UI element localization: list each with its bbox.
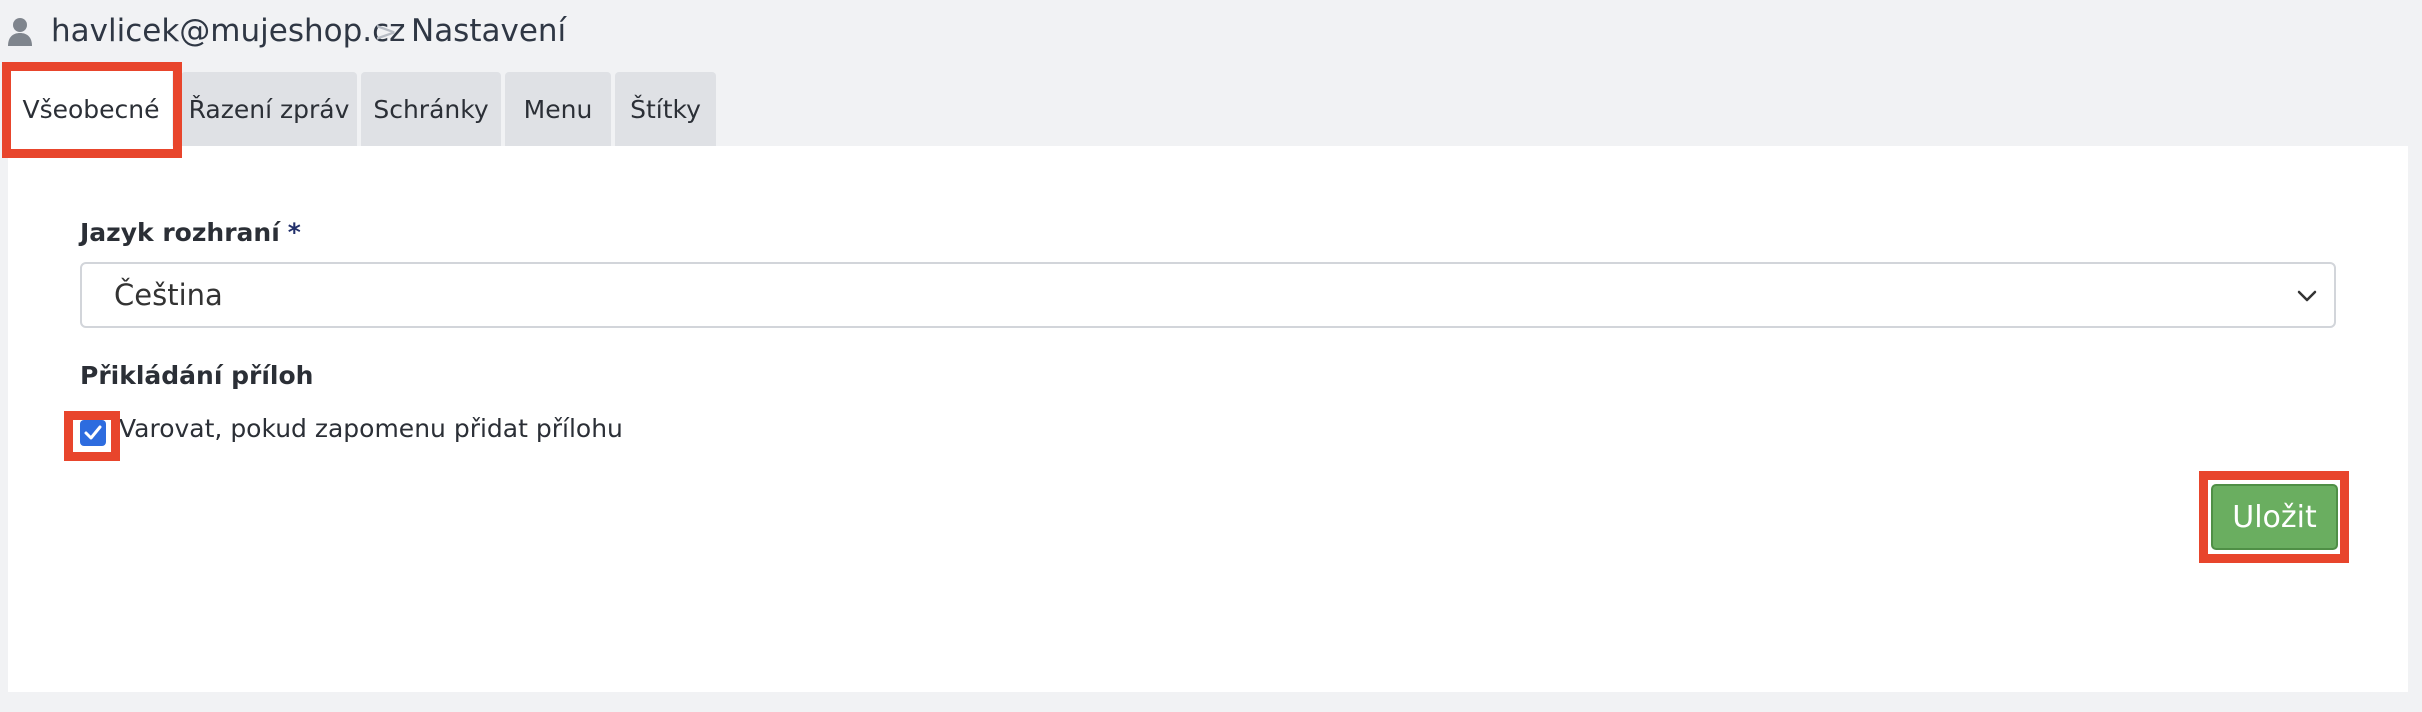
breadcrumb: havlicek@mujeshop.cz > Nastavení xyxy=(0,0,1200,66)
warn-missing-attachment-label[interactable]: Varovat, pokud zapomenu přidat přílohu xyxy=(119,414,623,443)
language-label-text: Jazyk rozhraní xyxy=(80,218,280,247)
tab-message-sorting[interactable]: Řazení zpráv xyxy=(181,72,357,146)
breadcrumb-separator: > xyxy=(374,15,398,48)
language-select-value: Čeština xyxy=(114,278,223,312)
checkmark-icon xyxy=(84,425,102,440)
tab-labels[interactable]: Štítky xyxy=(615,72,716,146)
language-label: Jazyk rozhraní * xyxy=(80,218,301,247)
warn-missing-attachment-checkbox[interactable] xyxy=(80,420,106,446)
breadcrumb-current-page: Nastavení xyxy=(411,13,567,49)
tab-general[interactable]: Všeobecné xyxy=(10,66,172,152)
save-button[interactable]: Uložit xyxy=(2211,484,2338,550)
chevron-down-icon xyxy=(2297,290,2317,302)
language-select[interactable]: Čeština xyxy=(80,262,2336,328)
user-icon xyxy=(8,18,32,46)
tab-menu[interactable]: Menu xyxy=(505,72,611,146)
tab-mailboxes[interactable]: Schránky xyxy=(361,72,501,146)
attachments-section-label: Přikládání příloh xyxy=(80,361,314,390)
breadcrumb-user-email[interactable]: havlicek@mujeshop.cz xyxy=(51,13,405,49)
required-marker: * xyxy=(287,218,301,247)
